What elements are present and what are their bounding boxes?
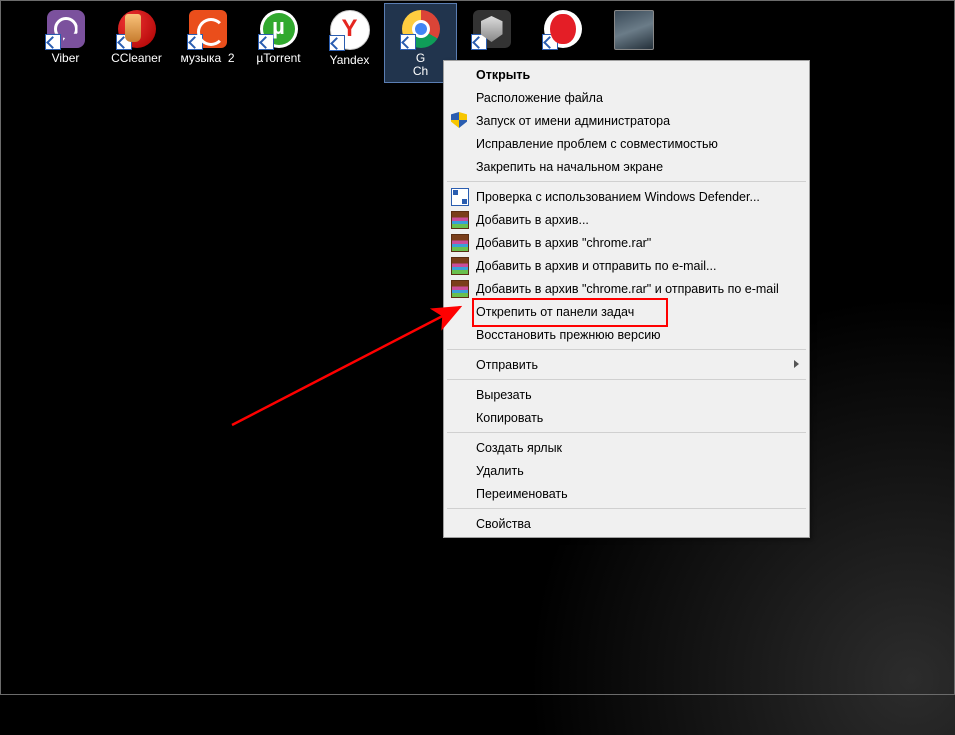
menu-separator: [447, 349, 806, 350]
shortcut-overlay-icon: [187, 34, 203, 50]
menu-item[interactable]: Закрепить на начальном экране: [446, 155, 807, 178]
shortcut-overlay-icon: [471, 34, 487, 50]
desktop-icon-music[interactable]: музыка 2: [172, 4, 243, 82]
menu-item[interactable]: Открепить от панели задач: [446, 300, 807, 323]
menu-item-label: Свойства: [476, 517, 531, 531]
menu-item-label: Добавить в архив и отправить по e-mail..…: [476, 259, 716, 273]
menu-separator: [447, 432, 806, 433]
uac-shield-icon: [451, 112, 467, 128]
menu-item[interactable]: Добавить в архив "chrome.rar" и отправит…: [446, 277, 807, 300]
desktop-icon-yandex[interactable]: Yandex: [314, 4, 385, 82]
desktop-icon-label: музыка 2: [180, 52, 234, 65]
menu-separator: [447, 181, 806, 182]
defender-icon: [451, 188, 469, 206]
menu-item[interactable]: Удалить: [446, 459, 807, 482]
menu-item[interactable]: Проверка с использованием Windows Defend…: [446, 185, 807, 208]
menu-item[interactable]: Восстановить прежнюю версию: [446, 323, 807, 346]
menu-item-label: Закрепить на начальном экране: [476, 160, 663, 174]
winrar-icon: [451, 257, 469, 275]
menu-item[interactable]: Копировать: [446, 406, 807, 429]
desktop-icon-label: Yandex: [330, 54, 370, 67]
winrar-icon: [451, 234, 469, 252]
menu-item[interactable]: Создать ярлык: [446, 436, 807, 459]
menu-item-label: Восстановить прежнюю версию: [476, 328, 661, 342]
desktop-icon-utorrent[interactable]: µTorrent: [243, 4, 314, 82]
menu-item[interactable]: Добавить в архив "chrome.rar": [446, 231, 807, 254]
shortcut-overlay-icon: [329, 35, 345, 51]
menu-item-label: Добавить в архив "chrome.rar": [476, 236, 651, 250]
desktop-icon-viber[interactable]: Viber: [30, 4, 101, 82]
menu-item[interactable]: Свойства: [446, 512, 807, 535]
shortcut-overlay-icon: [45, 34, 61, 50]
music-icon: [189, 10, 227, 48]
menu-item-label: Исправление проблем с совместимостью: [476, 137, 718, 151]
menu-item-label: Добавить в архив "chrome.rar" и отправит…: [476, 282, 779, 296]
menu-item-label: Открыть: [476, 68, 530, 82]
yandex-icon: [330, 10, 370, 50]
menu-item-label: Запуск от имени администратора: [476, 114, 670, 128]
menu-item-label: Удалить: [476, 464, 524, 478]
menu-item[interactable]: Отправить: [446, 353, 807, 376]
menu-item[interactable]: Переименовать: [446, 482, 807, 505]
winrar-icon: [451, 280, 469, 298]
menu-item-label: Открепить от панели задач: [476, 305, 634, 319]
wot-icon: [473, 10, 511, 48]
shortcut-overlay-icon: [400, 34, 416, 50]
menu-item-label: Отправить: [476, 358, 538, 372]
desktop-icon-label: CCleaner: [111, 52, 162, 65]
menu-item[interactable]: Расположение файла: [446, 86, 807, 109]
menu-item[interactable]: Запуск от имени администратора: [446, 109, 807, 132]
menu-separator: [447, 508, 806, 509]
winrar-icon: [451, 211, 469, 229]
viber-icon: [47, 10, 85, 48]
context-menu: Открыть Расположение файла Запуск от имени…: [443, 60, 810, 538]
shortcut-overlay-icon: [542, 34, 558, 50]
shortcut-overlay-icon: [258, 34, 274, 50]
desktop-icon-label: µTorrent: [256, 52, 300, 65]
desktop-icon-ccleaner[interactable]: CCleaner: [101, 4, 172, 82]
menu-item[interactable]: Добавить в архив...: [446, 208, 807, 231]
ccleaner-icon: [118, 10, 156, 48]
folder-icon: [614, 10, 654, 50]
chrome-icon: [402, 10, 440, 48]
desktop-icon-label: Viber: [52, 52, 80, 65]
menu-item-label: Проверка с использованием Windows Defend…: [476, 190, 760, 204]
menu-item-label: Копировать: [476, 411, 543, 425]
menu-item-label: Расположение файла: [476, 91, 603, 105]
menu-item-label: Добавить в архив...: [476, 213, 589, 227]
submenu-arrow-icon: [794, 360, 799, 368]
menu-separator: [447, 379, 806, 380]
utorrent-icon: [260, 10, 298, 48]
menu-item[interactable]: Добавить в архив и отправить по e-mail..…: [446, 254, 807, 277]
menu-item-label: Переименовать: [476, 487, 568, 501]
menu-item[interactable]: Открыть: [446, 63, 807, 86]
shortcut-overlay-icon: [116, 34, 132, 50]
menu-item-label: Создать ярлык: [476, 441, 562, 455]
menu-item[interactable]: Вырезать: [446, 383, 807, 406]
menu-item[interactable]: Исправление проблем с совместимостью: [446, 132, 807, 155]
desktop-icon-label: G Ch: [413, 52, 428, 78]
menu-item-label: Вырезать: [476, 388, 532, 402]
opera-icon: [544, 10, 582, 48]
